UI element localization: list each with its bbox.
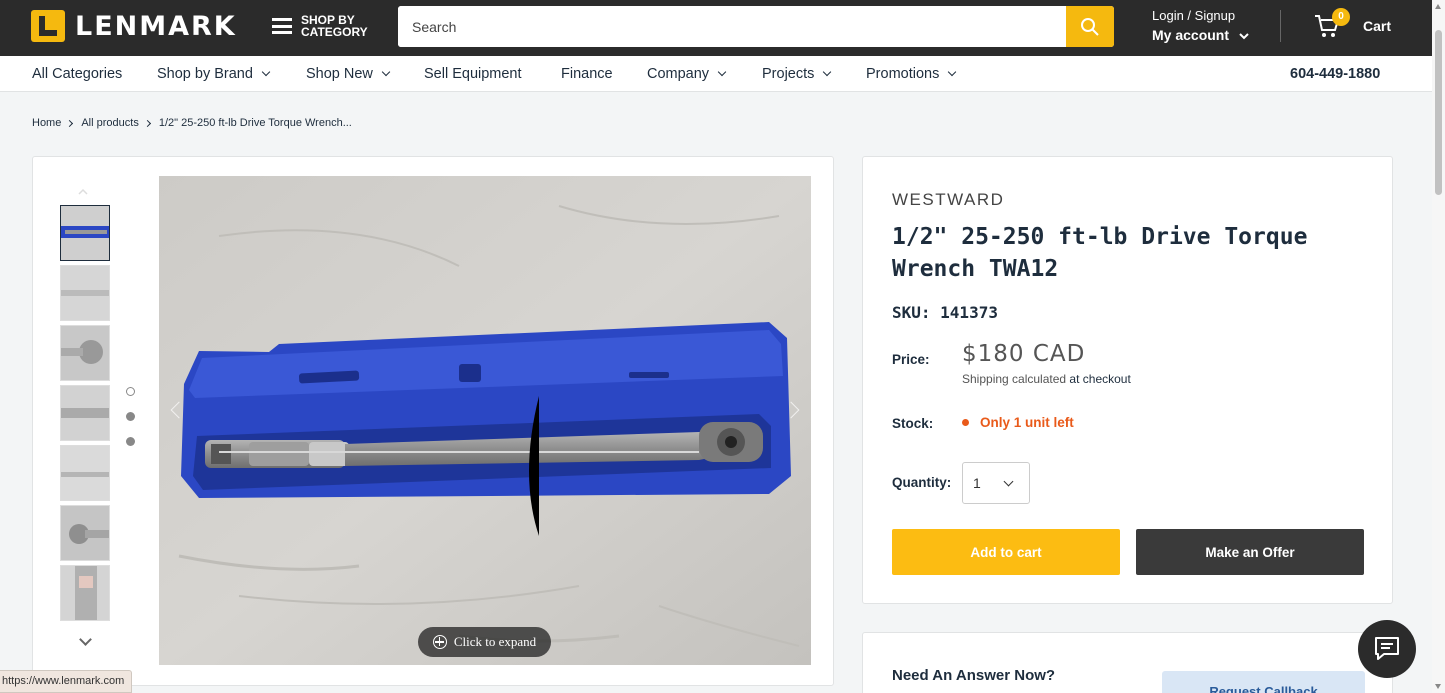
chevron-right-icon	[66, 119, 74, 127]
shop-by-category-label: SHOP BY CATEGORY	[301, 13, 368, 39]
main-nav: All Categories Shop by Brand Shop New Se…	[0, 56, 1445, 92]
page-scrollbar[interactable]	[1432, 0, 1445, 693]
search-icon	[1081, 17, 1099, 36]
chevron-down-icon	[823, 67, 832, 77]
cart-icon: 0	[1313, 8, 1350, 40]
thumbnail-5[interactable]	[60, 445, 110, 501]
product-info-card: WESTWARD 1/2" 25-250 ft-lb Drive Torque …	[862, 156, 1393, 604]
quantity-label: Quantity:	[892, 475, 952, 490]
expand-icon	[432, 635, 447, 649]
breadcrumb: Home All products 1/2" 25-250 ft-lb Driv…	[32, 117, 352, 129]
nav-company[interactable]: Company	[647, 66, 727, 82]
nav-shop-by-brand-label: Shop by Brand	[157, 66, 253, 82]
gallery-dot-2[interactable]	[126, 412, 135, 421]
shipping-text: Shipping calculated	[962, 372, 1067, 386]
shipping-note: Shipping calculated at checkout	[962, 372, 1131, 386]
header-divider	[1280, 10, 1281, 42]
product-sku: SKU: 141373	[892, 303, 998, 322]
breadcrumb-current: 1/2" 25-250 ft-lb Drive Torque Wrench...	[158, 117, 352, 129]
price-label: Price:	[892, 352, 930, 367]
quantity-value: 1	[973, 475, 981, 491]
cart-label: Cart	[1363, 18, 1392, 34]
cart-count-badge: 0	[1332, 8, 1350, 26]
thumbnail-2[interactable]	[60, 265, 110, 321]
nav-all-categories[interactable]: All Categories	[32, 66, 122, 82]
chevron-up-icon[interactable]	[78, 187, 88, 197]
search-bar	[398, 6, 1114, 47]
quantity-select[interactable]: 1	[962, 462, 1030, 504]
scroll-up-icon[interactable]	[1435, 4, 1441, 9]
nav-promotions[interactable]: Promotions	[866, 66, 957, 82]
phone-number[interactable]: 604-449-1880	[1290, 66, 1380, 82]
cart-button[interactable]: 0 Cart	[1313, 8, 1392, 40]
thumbnail-6[interactable]	[60, 505, 110, 561]
nav-all-categories-label: All Categories	[32, 66, 123, 82]
stock-bullet-icon	[962, 419, 969, 426]
breadcrumb-all-products[interactable]: All products	[81, 117, 138, 129]
hamburger-icon	[272, 18, 292, 34]
nav-sell-equipment[interactable]: Sell Equipment	[424, 66, 522, 82]
nav-company-label: Company	[647, 66, 710, 82]
thumbnail-3[interactable]	[60, 325, 110, 381]
login-signup-link[interactable]: Login / Signup	[1152, 8, 1249, 23]
logo-mark-icon	[31, 10, 65, 42]
product-brand[interactable]: WESTWARD	[892, 190, 1004, 210]
main-product-image[interactable]: Click to expand	[159, 176, 811, 665]
nav-projects-label: Projects	[762, 66, 815, 82]
my-account-toggle[interactable]: My account	[1152, 27, 1249, 43]
chevron-down-icon	[381, 67, 391, 77]
chevron-down-icon	[1239, 33, 1249, 40]
logo-text: LENMARK	[75, 10, 237, 42]
search-input[interactable]	[398, 6, 1066, 47]
logo[interactable]: LENMARK	[31, 10, 237, 42]
chevron-down-icon	[948, 67, 957, 77]
click-to-expand-label: Click to expand	[453, 634, 537, 649]
nav-projects[interactable]: Projects	[762, 66, 832, 82]
nav-shop-new-label: Shop New	[306, 66, 373, 82]
click-to-expand-button[interactable]: Click to expand	[418, 627, 551, 657]
gallery-dots	[126, 387, 135, 462]
nav-finance[interactable]: Finance	[561, 66, 613, 82]
nav-promotions-label: Promotions	[866, 66, 940, 82]
shipping-checkout-link[interactable]: at checkout	[1069, 372, 1130, 386]
thumbnail-list	[60, 205, 110, 625]
chevron-down-icon	[1003, 476, 1014, 487]
nav-sell-equipment-label: Sell Equipment	[424, 66, 522, 82]
status-bar-url: https://www.lenmark.com	[0, 670, 133, 693]
scroll-down-icon[interactable]	[1435, 684, 1441, 689]
product-gallery: Click to expand	[32, 156, 834, 686]
search-button[interactable]	[1066, 6, 1114, 47]
need-answer-heading: Need An Answer Now?	[892, 667, 1056, 684]
stock-status: Only 1 unit left	[962, 415, 1074, 430]
product-price: $180 CAD	[962, 341, 1086, 367]
breadcrumb-home[interactable]: Home	[32, 117, 61, 129]
account-menu[interactable]: Login / Signup My account	[1152, 8, 1249, 43]
thumbnail-7[interactable]	[60, 565, 110, 621]
gallery-dot-3[interactable]	[126, 437, 135, 446]
torque-wrench-photo	[159, 176, 811, 665]
chevron-right-icon	[143, 119, 151, 127]
thumbnail-1[interactable]	[60, 205, 110, 261]
chevron-down-icon[interactable]	[79, 633, 92, 646]
chevron-down-icon	[261, 67, 271, 77]
request-callback-button[interactable]: Request Callback	[1162, 671, 1365, 693]
stock-value: Only 1 unit left	[980, 415, 1074, 430]
make-offer-button[interactable]: Make an Offer	[1136, 529, 1364, 575]
chat-icon	[1375, 637, 1399, 660]
stock-label: Stock:	[892, 416, 934, 431]
nav-shop-by-brand[interactable]: Shop by Brand	[157, 66, 271, 82]
nav-shop-new[interactable]: Shop New	[306, 66, 391, 82]
add-to-cart-button[interactable]: Add to cart	[892, 529, 1120, 575]
nav-finance-label: Finance	[561, 66, 613, 82]
shop-by-category-button[interactable]: SHOP BY CATEGORY	[272, 14, 381, 38]
need-answer-card: Need An Answer Now? Request Callback	[862, 632, 1393, 693]
product-title: 1/2" 25-250 ft-lb Drive Torque Wrench TW…	[892, 224, 1308, 282]
scroll-thumb[interactable]	[1435, 30, 1442, 195]
chat-button[interactable]	[1358, 620, 1416, 678]
site-header: LENMARK SHOP BY CATEGORY Login / Signup …	[0, 0, 1445, 56]
gallery-dot-1[interactable]	[126, 387, 135, 396]
my-account-label: My account	[1152, 27, 1230, 43]
chevron-down-icon	[717, 67, 727, 77]
thumbnail-4[interactable]	[60, 385, 110, 441]
